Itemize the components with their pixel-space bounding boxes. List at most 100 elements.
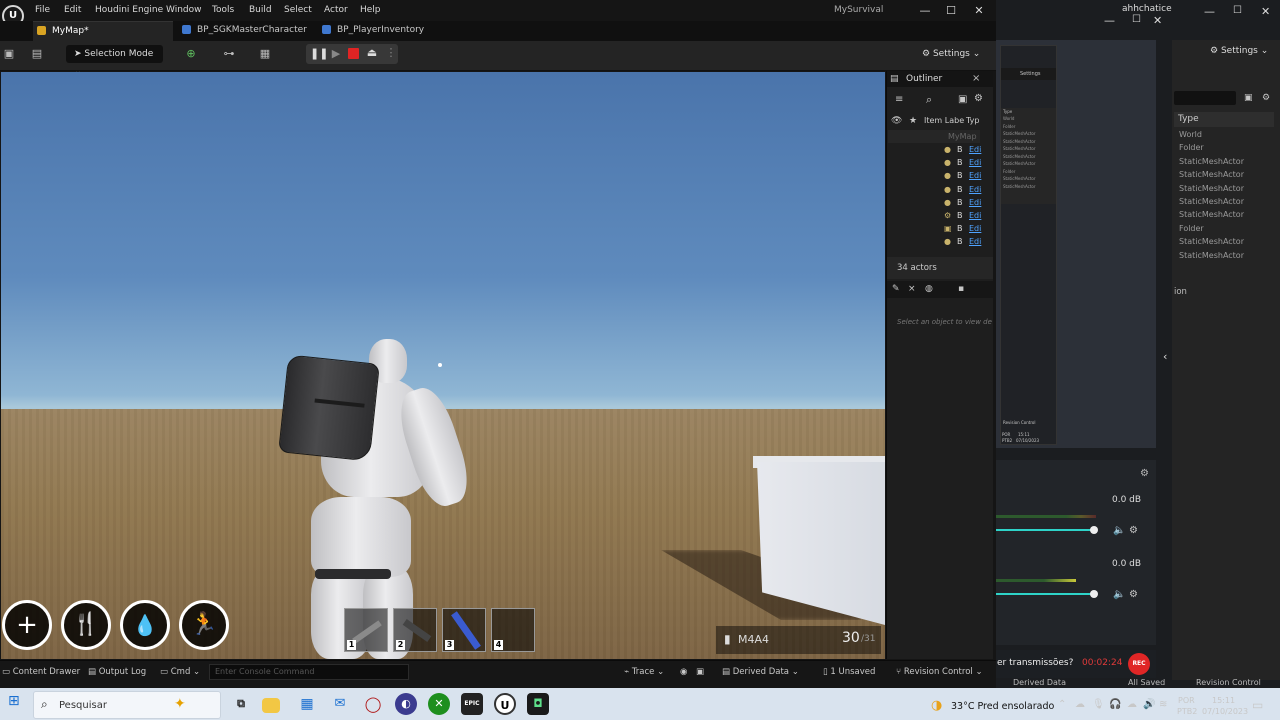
step-icon[interactable]: ▶ [329,47,343,61]
save-icon[interactable]: ▣ [2,47,16,61]
ghost-search[interactable] [1174,91,1236,105]
camera-icon[interactable]: ▣ [696,667,704,677]
search-icon[interactable]: ⌕ [926,93,932,107]
volume-knob-1[interactable] [1090,526,1098,534]
lock-icon[interactable]: ▪ [958,284,964,294]
pause-icon[interactable]: ❚❚ [310,47,328,61]
chevron-left-icon[interactable]: ‹ [1163,350,1167,363]
network-icon[interactable]: ☁ [1075,699,1085,710]
record-icon[interactable]: ◉ [680,667,687,677]
selection-mode-dropdown[interactable]: ➤ Selection Mode ⌄ [66,45,163,77]
outliner-row[interactable]: ⚙ B Edi [888,209,988,222]
speaker-icon[interactable]: 🔈 [1113,525,1125,536]
app-icon[interactable]: ◘ [527,693,549,715]
unreal-taskbar-icon[interactable]: U [494,693,516,715]
task-view-icon[interactable]: ⧉ [230,693,252,715]
tab-bp-sgkmastercharacter[interactable]: BP_SGKMasterCharacter [178,21,318,41]
pencil-icon[interactable]: ✎ [892,284,900,294]
level-viewport[interactable] [1,72,885,659]
menu-file[interactable]: File [35,5,50,15]
outliner-col-type[interactable]: Typ [966,116,979,125]
keyboard-lang[interactable]: POR [1178,696,1195,705]
star-icon[interactable]: ★ [909,116,917,126]
onedrive-icon[interactable]: ☁ [1127,699,1137,710]
minimize-button[interactable]: — [1104,14,1115,27]
outliner-row[interactable]: ● B Edi [888,196,988,209]
volume-slider-2[interactable] [996,593,1094,595]
folder-add-icon[interactable]: ▣ [958,94,967,105]
settings-button[interactable]: ⚙ Settings ⌄ [1210,46,1268,56]
maximize-button[interactable]: ☐ [1132,14,1141,25]
volume-knob-2[interactable] [1090,590,1098,598]
hotbar-slot-2[interactable]: 2 [393,608,437,652]
menu-edit[interactable]: Edit [64,5,81,15]
actor-type-link[interactable]: Edi [969,156,981,169]
hotbar-slot-4[interactable]: 4 [491,608,535,652]
actor-type-link[interactable]: Edi [969,222,981,235]
outliner-col-label[interactable]: Item Labe [924,116,964,125]
console-input[interactable]: Enter Console Command [209,664,409,680]
wifi-icon[interactable]: ≋ [1159,699,1167,710]
close-icon[interactable]: × [908,284,916,294]
folder-add-icon[interactable]: ▣ [1244,93,1253,103]
discord-icon[interactable]: ◐ [395,693,417,715]
visibility-eye-icon[interactable]: 👁 [891,116,902,126]
windows-start-icon[interactable]: ⊞ [8,693,20,709]
epic-games-icon[interactable]: EPIC [461,693,483,715]
filter-icon[interactable]: ≡ [895,94,903,105]
outliner-row[interactable]: ● B Edi [888,183,988,196]
stop-icon[interactable] [348,48,359,59]
close-button[interactable]: ✕ [1261,5,1270,18]
close-icon[interactable]: × [972,73,980,84]
rec-indicator[interactable]: REC [1128,653,1150,675]
xbox-icon[interactable]: ✕ [428,693,450,715]
derived-data-dropdown[interactable]: ▤ Derived Data ⌄ [722,667,799,677]
gear-icon[interactable]: ⚙ [1262,93,1270,103]
speaker-icon[interactable]: 🔈 [1113,589,1125,600]
maximize-button[interactable]: ☐ [1233,5,1242,16]
tab-mymap[interactable]: MyMap* [33,21,173,41]
content-browser-icon[interactable]: ▤ [30,47,44,61]
trace-dropdown[interactable]: ⌁ Trace ⌄ [624,667,664,677]
chevron-up-icon[interactable]: ⌃ [1058,699,1066,710]
outliner-row[interactable]: ● B Edi [888,169,988,182]
menu-houdini-engine[interactable]: Houdini Engine [95,5,163,15]
menu-window[interactable]: Window [166,5,202,15]
minimize-button[interactable]: — [918,4,932,17]
outliner-row[interactable]: ● B Edi [888,143,988,156]
menu-actor[interactable]: Actor [324,5,348,15]
blueprint-menu-icon[interactable]: ⊶ [222,47,236,61]
actor-type-link[interactable]: Edi [969,196,981,209]
actor-type-link[interactable]: Edi [969,209,981,222]
mail-icon[interactable]: ✉ [329,693,351,715]
store-icon[interactable]: ▦ [296,693,318,715]
settings-button[interactable]: ⚙ Settings ⌄ [922,45,984,63]
weather-icon[interactable]: ◑ [931,698,942,713]
gear-icon[interactable]: ⚙ [974,93,983,104]
mic-icon[interactable]: 🎙 [1092,699,1105,710]
headset-icon[interactable]: 🎧 [1109,699,1121,710]
close-button[interactable]: ✕ [1153,14,1162,27]
outliner-row[interactable]: ● B Edi [888,235,988,248]
globe-icon[interactable]: ◍ [925,284,933,294]
actor-type-link[interactable]: Edi [969,169,981,182]
volume-slider-1[interactable] [996,529,1094,531]
actor-type-link[interactable]: Edi [969,143,981,156]
more-options-icon[interactable]: ⋮ [384,46,398,60]
notification-icon[interactable]: ▭ [1252,698,1263,712]
menu-build[interactable]: Build [249,5,272,15]
outliner-row[interactable]: ▣ B Edi [888,222,988,235]
content-drawer-button[interactable]: ▭ Content Drawer [2,667,80,677]
tab-bp-playerinventory[interactable]: BP_PlayerInventory [318,21,458,41]
outliner-row[interactable]: ● B Edi [888,156,988,169]
revision-control-dropdown[interactable]: ⑂ Revision Control ⌄ [896,667,983,677]
menu-help[interactable]: Help [360,5,381,15]
maximize-button[interactable]: ☐ [944,4,958,17]
add-actor-icon[interactable]: ⊕ [184,47,198,61]
eject-icon[interactable]: ⏏ [365,46,379,60]
output-log-button[interactable]: ▤ Output Log [88,667,146,677]
hotbar-slot-3[interactable]: 3 [442,608,486,652]
gear-icon[interactable]: ⚙ [1129,589,1138,600]
actor-type-link[interactable]: Edi [969,235,981,248]
close-button[interactable]: ✕ [972,4,986,17]
